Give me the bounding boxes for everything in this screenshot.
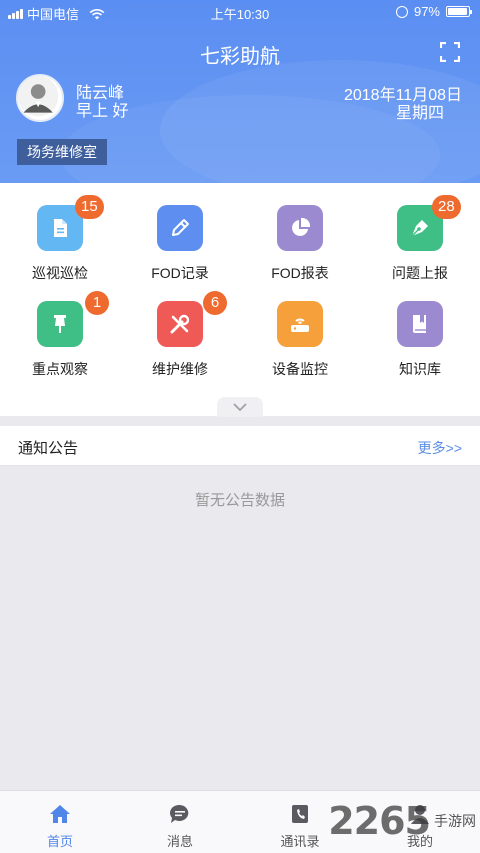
pushpin-icon — [37, 301, 83, 347]
badge-count: 6 — [203, 291, 227, 315]
avatar[interactable] — [16, 74, 64, 122]
weekday: 星期四 — [395, 105, 444, 122]
notice-header: 通知公告 更多>> — [0, 426, 480, 466]
tile-maintenance[interactable]: 6 维护维修 — [120, 279, 240, 377]
notice-empty-text: 暂无公告数据 — [194, 492, 285, 509]
badge-count: 1 — [85, 291, 109, 315]
battery-percent: 97% — [413, 4, 440, 19]
home-icon — [50, 805, 70, 823]
rotation-lock-icon — [395, 5, 408, 18]
department-badge[interactable]: 场务维修室 — [17, 139, 107, 165]
tile-label: 维护维修 — [152, 361, 208, 377]
pie-chart-icon — [277, 205, 323, 251]
badge-count: 15 — [75, 195, 104, 219]
tile-fod-record[interactable]: FOD记录 — [120, 183, 240, 281]
notice-title: 通知公告 — [18, 440, 79, 457]
watermark-site: 手游网 — [434, 813, 476, 829]
tile-issue-report[interactable]: 28 问题上报 — [360, 183, 480, 281]
battery-icon — [446, 6, 472, 17]
header: 中国电信 上午10:30 97% 七彩助航 陆云峰 早上 好 2018年11月0… — [0, 0, 480, 183]
chevron-down-icon — [233, 403, 247, 411]
watermark: 2265 手游网 — [328, 799, 476, 843]
contacts-icon — [292, 805, 308, 823]
app-title: 七彩助航 — [200, 46, 280, 68]
chat-icon — [169, 804, 189, 823]
status-bar: 中国电信 上午10:30 97% — [0, 0, 480, 24]
expand-grid-button[interactable] — [217, 397, 263, 417]
tab-label: 首页 — [46, 834, 73, 849]
tile-patrol-inspection[interactable]: 15 巡视巡检 — [0, 183, 120, 281]
function-grid: 15 巡视巡检 FOD记录 FOD报表 28 问题上报 1 重点观察 6 维护维… — [0, 183, 480, 416]
tools-icon — [157, 301, 203, 347]
tile-device-monitor[interactable]: 设备监控 — [240, 279, 360, 377]
tab-home[interactable]: 首页 — [0, 791, 120, 853]
router-icon — [277, 301, 323, 347]
tile-knowledge-base[interactable]: 知识库 — [360, 279, 480, 377]
tile-fod-report[interactable]: FOD报表 — [240, 183, 360, 281]
tile-key-observation[interactable]: 1 重点观察 — [0, 279, 120, 377]
tab-messages[interactable]: 消息 — [120, 791, 240, 853]
tile-label: 知识库 — [399, 361, 441, 377]
greeting: 早上 好 — [76, 103, 129, 120]
user-avatar-icon — [18, 76, 59, 117]
watermark-number: 2265 — [328, 799, 431, 843]
tile-label: 重点观察 — [32, 361, 88, 377]
tab-label: 消息 — [166, 834, 193, 849]
tile-label: 设备监控 — [272, 361, 328, 377]
badge-count: 28 — [432, 195, 461, 219]
notice-more-link[interactable]: 更多>> — [418, 438, 462, 458]
pencil-icon — [157, 205, 203, 251]
scan-icon[interactable] — [440, 42, 460, 62]
book-icon — [397, 301, 443, 347]
